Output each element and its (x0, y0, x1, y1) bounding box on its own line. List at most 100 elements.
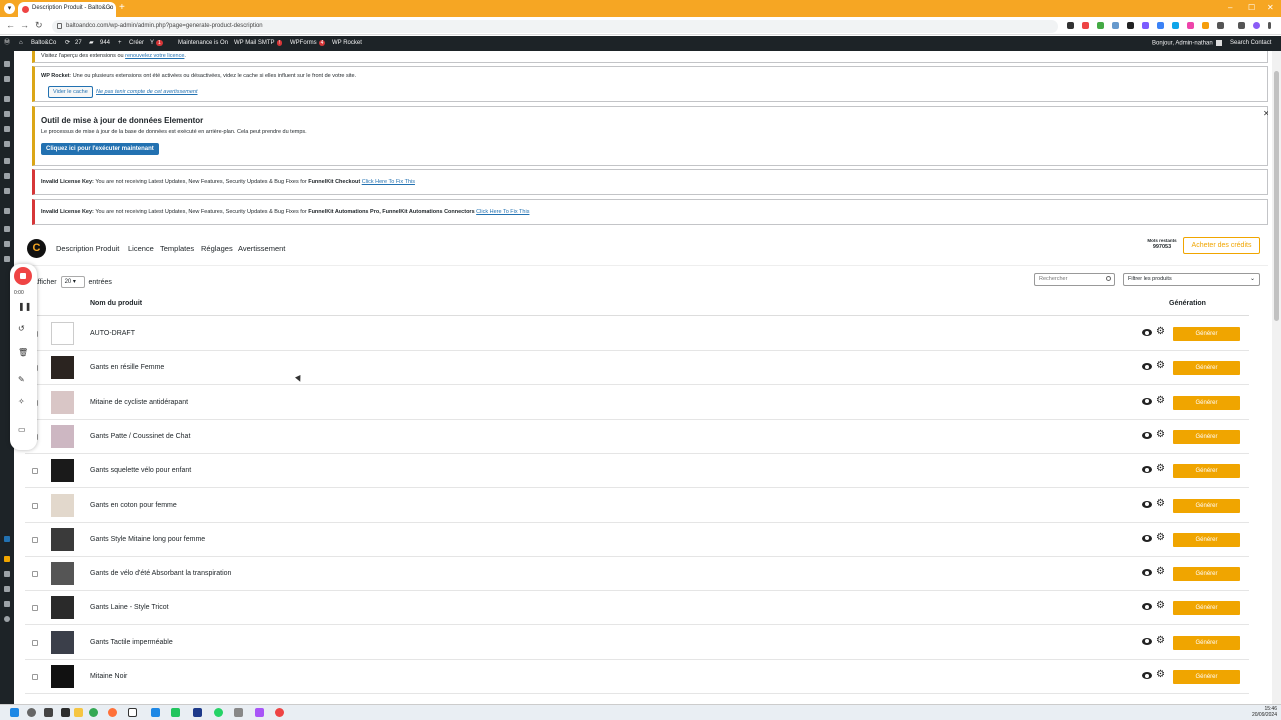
product-name[interactable]: Gants en coton pour femme (90, 502, 177, 509)
ignore-warning-link[interactable]: Ne pas tenir compte de cet avertissement (96, 89, 198, 95)
preview-eye-icon[interactable] (1142, 603, 1152, 611)
maximize-button[interactable]: ☐ (1248, 4, 1255, 12)
app-icon[interactable] (151, 708, 160, 717)
close-window-button[interactable]: ✕ (1267, 4, 1274, 12)
plugin-icon[interactable] (4, 571, 10, 577)
generate-button[interactable]: Générer (1173, 601, 1240, 616)
nav-licence[interactable]: Licence (128, 244, 154, 253)
row-checkbox[interactable] (32, 468, 38, 475)
settings-gear-icon[interactable]: ⚙ (1156, 464, 1165, 474)
forms-icon[interactable] (4, 173, 10, 179)
settings-gear-icon[interactable]: ⚙ (1156, 635, 1165, 646)
posts-icon[interactable] (4, 96, 10, 102)
app-icon[interactable] (193, 708, 202, 717)
nav-reglages[interactable]: Réglages (201, 244, 233, 253)
extension-icon[interactable] (1172, 22, 1179, 29)
search-contact-link[interactable]: Search Contact (1230, 40, 1271, 47)
plugin-icon[interactable] (4, 601, 10, 607)
preview-eye-icon[interactable] (1142, 431, 1152, 439)
extension-icon[interactable] (1157, 22, 1164, 29)
updates-count[interactable]: 27 (75, 40, 82, 47)
profile-avatar[interactable] (1253, 22, 1260, 29)
download-icon[interactable] (1238, 22, 1245, 29)
app-icon[interactable] (171, 708, 180, 717)
tab-close-icon[interactable]: × (108, 5, 112, 12)
pages-icon[interactable] (4, 141, 10, 147)
extension-icon[interactable] (1112, 22, 1119, 29)
product-name[interactable]: Gants squelette vélo pour enfant (90, 467, 191, 474)
app-icon[interactable] (61, 708, 70, 717)
notion-icon[interactable] (128, 708, 137, 717)
app-icon[interactable] (234, 708, 243, 717)
system-clock[interactable]: 15:46 20/09/2024 (1247, 706, 1277, 718)
product-name[interactable]: Mitaine de cycliste antidérapant (90, 399, 188, 406)
task-view-icon[interactable] (44, 708, 53, 717)
back-icon[interactable]: ← (6, 21, 15, 30)
extension-icon[interactable] (1082, 22, 1089, 29)
browser-tab[interactable]: Description Produit - Balto&Co × (18, 2, 116, 17)
current-plugin-icon[interactable] (4, 536, 10, 542)
wpforms-link[interactable]: WPForms 4 (290, 40, 326, 47)
preview-eye-icon[interactable] (1142, 534, 1152, 542)
restart-icon[interactable]: ↺ (18, 325, 25, 333)
wp-mail-smtp-link[interactable]: WP Mail SMTP! (234, 40, 282, 47)
home-icon[interactable]: ⌂ (19, 40, 23, 47)
analytics-icon[interactable] (4, 241, 10, 247)
close-icon[interactable]: ✕ (1263, 109, 1268, 118)
wp-rocket-link[interactable]: WP Rocket (332, 40, 362, 47)
row-checkbox[interactable] (32, 536, 38, 543)
settings-gear-icon[interactable]: ⚙ (1156, 429, 1165, 440)
generate-button[interactable]: Générer (1173, 635, 1240, 650)
preview-eye-icon[interactable] (1142, 329, 1152, 336)
product-name[interactable]: Gants Tactile imperméable (90, 639, 173, 646)
preview-eye-icon[interactable] (1142, 637, 1152, 645)
buy-credits-button[interactable]: Acheter des crédits (1183, 237, 1260, 254)
site-name-link[interactable]: Balto&Co (31, 40, 56, 47)
forward-icon[interactable]: → (20, 21, 29, 30)
row-checkbox[interactable] (32, 674, 38, 680)
generate-button[interactable]: Générer (1173, 361, 1240, 376)
preview-eye-icon[interactable] (1142, 500, 1152, 508)
camera-icon[interactable]: ▭ (18, 426, 26, 434)
tab-search-icon[interactable]: ▾ (4, 3, 15, 14)
extensions-puzzle-icon[interactable] (1217, 22, 1224, 29)
extension-icon[interactable] (1187, 22, 1194, 29)
extension-icon[interactable] (1067, 22, 1074, 29)
payments-icon[interactable] (4, 226, 10, 232)
yoast-icon[interactable]: Y1 (150, 40, 163, 47)
product-name[interactable]: Gants Style Mitaine long pour femme (90, 536, 205, 543)
stop-recording-button[interactable] (14, 267, 32, 285)
preview-eye-icon[interactable] (1142, 672, 1152, 679)
product-name[interactable]: Gants en résille Femme (90, 364, 164, 371)
dashboard-icon[interactable] (4, 61, 10, 67)
scrollbar-thumb[interactable] (1274, 71, 1279, 321)
minimize-button[interactable]: – (1228, 4, 1232, 12)
generate-button[interactable]: Générer (1173, 464, 1240, 479)
effects-icon[interactable]: ✧ (18, 398, 25, 406)
firefox-icon[interactable] (108, 708, 117, 717)
comments-icon[interactable] (4, 158, 10, 164)
start-icon[interactable] (10, 708, 19, 717)
account-menu[interactable]: Bonjour, Admin-nathan (1152, 40, 1222, 48)
generate-button[interactable]: Générer (1173, 498, 1240, 513)
nav-templates[interactable]: Templates (160, 244, 194, 253)
generate-button[interactable]: Générer (1173, 670, 1240, 684)
settings-gear-icon[interactable]: ⚙ (1156, 361, 1165, 371)
settings-gear-icon[interactable]: ⚙ (1156, 532, 1165, 543)
filter-products-select[interactable]: Filtrer les produits ⌄ (1123, 273, 1260, 286)
comments-icon[interactable]: ▰ (89, 40, 94, 47)
entries-select[interactable]: 20 ▾ (60, 276, 85, 288)
generate-button[interactable]: Générer (1173, 429, 1240, 444)
search-input[interactable]: Rechercher (1034, 273, 1115, 286)
row-checkbox[interactable] (32, 639, 38, 646)
row-checkbox[interactable] (32, 605, 38, 612)
settings-gear-icon[interactable]: ⚙ (1156, 395, 1165, 406)
media-icon[interactable] (4, 126, 10, 132)
generate-button[interactable]: Générer (1173, 327, 1240, 341)
comments-count[interactable]: 944 (100, 40, 110, 47)
product-name[interactable]: Gants de vélo d'été Absorbant la transpi… (90, 570, 231, 577)
woocommerce-icon[interactable] (4, 188, 10, 194)
extension-icon[interactable] (1202, 22, 1209, 29)
settings-gear-icon[interactable]: ⚙ (1156, 567, 1165, 577)
app-icon[interactable] (255, 708, 264, 717)
